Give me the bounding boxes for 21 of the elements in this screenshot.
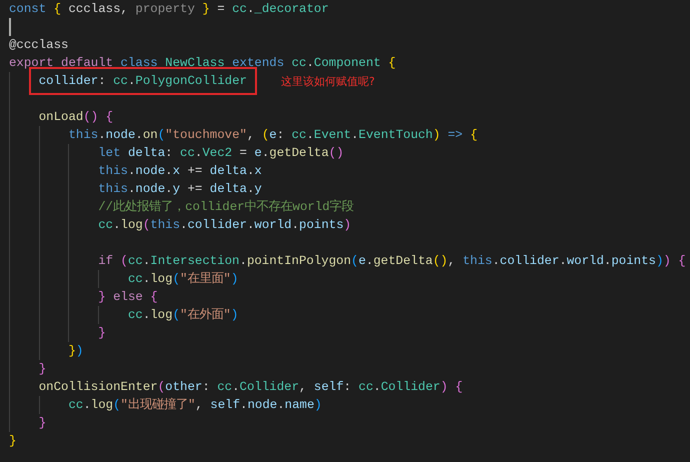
code-line: cc.log("出现碰撞了", self.node.name) — [68, 396, 322, 414]
code-line: } — [98, 325, 106, 342]
code-line: if (cc.Intersection.pointInPolygon(e.getDelta(), this.collider.world.points)) { — [98, 253, 686, 270]
code-line: @ccclass — [9, 37, 68, 54]
code-line: onLoad() { — [38, 109, 114, 126]
code-line: onCollisionEnter(other: cc.Collider, self: cc.Collider) { — [38, 379, 463, 396]
code-line: cc.log("在外面") — [128, 307, 238, 324]
code-line: } — [38, 415, 46, 432]
code-line: this.node.x += delta.x — [98, 163, 262, 180]
code-line: cc.log(this.collider.world.points) — [98, 217, 352, 234]
code-line: }) — [68, 343, 84, 360]
code-line: cc.log("在里面") — [128, 271, 238, 288]
code-line: } — [9, 433, 16, 450]
code-line: this.node.y += delta.y — [98, 181, 262, 198]
code-line: //此处报错了，collider中不存在world字段 — [98, 198, 354, 216]
code-line: let delta: cc.Vec2 = e.getDelta() — [98, 145, 344, 162]
code-line: } else { — [98, 289, 158, 306]
code-line: const { ccclass, property } = cc._decorator — [9, 1, 329, 18]
annotation-note: 这里该如何赋值呢? — [280, 74, 375, 88]
code-line: this.node.on("touchmove", (e: cc.Event.EventTouch) => { — [68, 127, 478, 144]
code-line: } — [38, 361, 46, 378]
